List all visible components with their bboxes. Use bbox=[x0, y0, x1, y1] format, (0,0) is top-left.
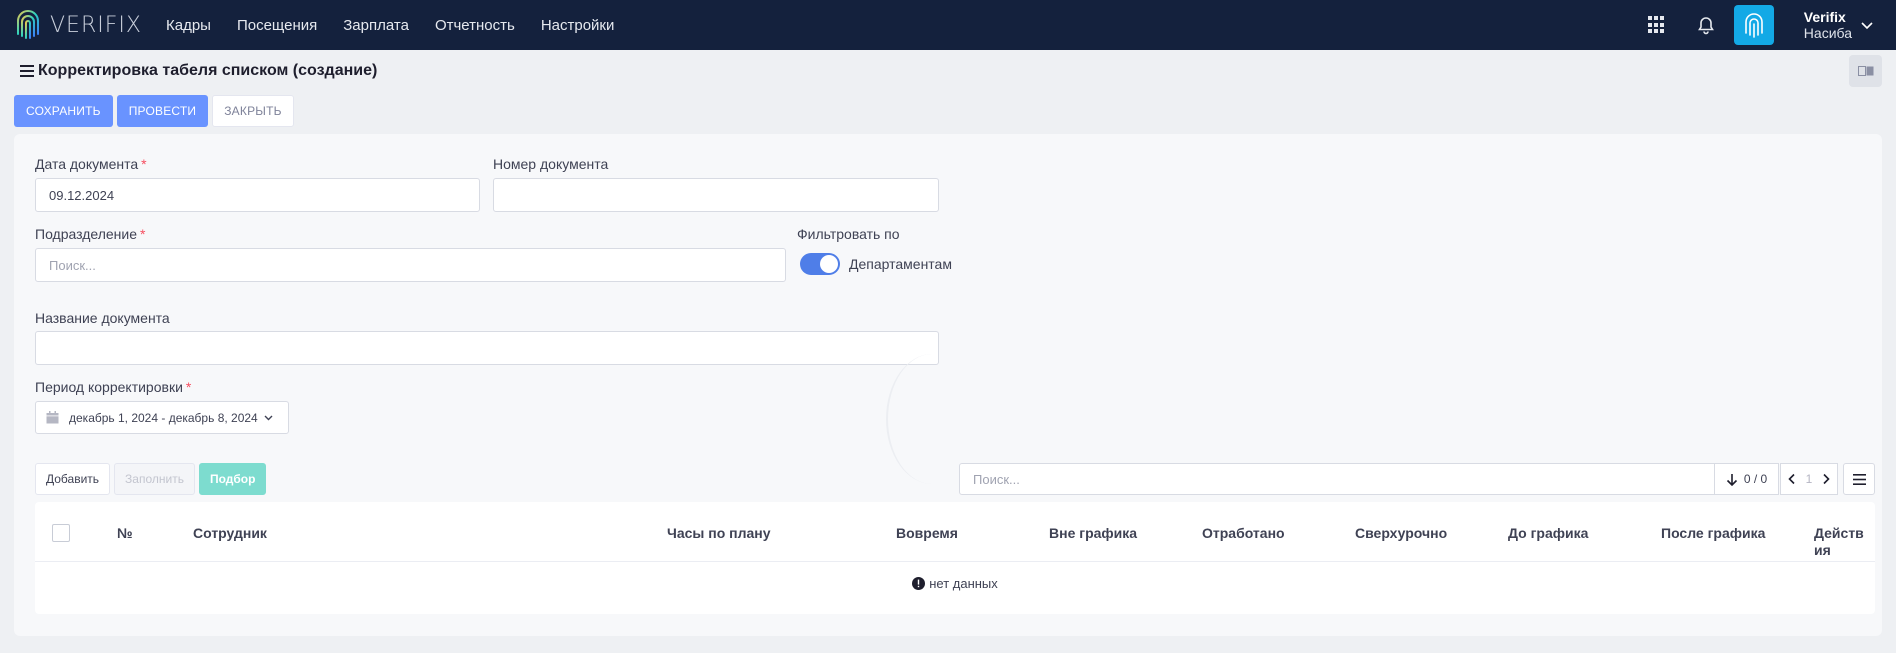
apps-grid-icon[interactable] bbox=[1647, 16, 1666, 34]
add-button[interactable]: Добавить bbox=[35, 463, 111, 495]
list-icon bbox=[1852, 473, 1866, 485]
fingerprint-avatar-icon bbox=[1744, 13, 1763, 38]
user-name: Verifix bbox=[1803, 9, 1846, 25]
page-header: Корректировка табеля списком (создание) bbox=[20, 62, 377, 80]
nav-item-attendance[interactable]: Посещения bbox=[224, 17, 330, 34]
division-search-input[interactable]: Поиск... bbox=[35, 248, 786, 282]
avatar[interactable] bbox=[1733, 5, 1774, 45]
brand[interactable]: VERIFIX bbox=[14, 8, 164, 42]
column-settings-button[interactable] bbox=[1843, 463, 1875, 495]
user-sub: Насиба bbox=[1803, 25, 1852, 41]
arrow-down-icon bbox=[1726, 473, 1737, 486]
doc-number-input[interactable] bbox=[493, 178, 939, 212]
top-right-tools: Verifix Насиба bbox=[1647, 0, 1896, 50]
nav-item-payroll[interactable]: Зарплата bbox=[330, 17, 422, 34]
menu-icon[interactable] bbox=[20, 65, 34, 77]
employees-table: № Сотрудник Часы по плану Вовремя Вне гр… bbox=[35, 502, 1875, 614]
doc-number-label: Номер документа bbox=[493, 156, 609, 172]
brand-name: VERIFIX bbox=[50, 12, 142, 38]
top-navbar: VERIFIX Кадры Посещения Зарплата Отчетно… bbox=[0, 0, 1896, 50]
close-button[interactable]: ЗАКРЫТЬ bbox=[212, 95, 294, 127]
grid-counter-text: 0 / 0 bbox=[1743, 472, 1768, 486]
col-before-schedule[interactable]: До графика bbox=[1508, 525, 1588, 542]
bell-icon[interactable] bbox=[1696, 15, 1716, 35]
action-toolbar: СОХРАНИТЬ ПРОВЕСТИ ЗАКРЫТЬ bbox=[14, 95, 294, 127]
nav-item-reports[interactable]: Отчетность bbox=[422, 17, 528, 34]
chevron-down-icon bbox=[264, 415, 273, 421]
fill-button[interactable]: Заполнить bbox=[114, 463, 195, 495]
col-planned-hours[interactable]: Часы по плану bbox=[667, 525, 771, 542]
chevron-right-icon[interactable] bbox=[1820, 473, 1832, 485]
col-actions[interactable]: Действия bbox=[1814, 525, 1866, 559]
nav-item-settings[interactable]: Настройки bbox=[528, 17, 628, 34]
translate-icon bbox=[1857, 66, 1873, 76]
select-all-checkbox[interactable] bbox=[52, 524, 70, 542]
nav-item-kadry[interactable]: Кадры bbox=[166, 17, 224, 34]
calendar-icon bbox=[46, 411, 59, 424]
period-value: декабрь 1, 2024 - декабрь 8, 2024 bbox=[69, 410, 258, 425]
page-title: Корректировка табеля списком (создание) bbox=[38, 62, 378, 79]
chevron-down-icon bbox=[1861, 22, 1873, 30]
toggle-label: Департаментам bbox=[849, 256, 952, 272]
grid-counter[interactable]: 0 / 0 bbox=[1715, 463, 1779, 495]
table-action-toolbar: Добавить Заполнить Подбор bbox=[35, 463, 267, 495]
info-icon bbox=[912, 577, 926, 590]
col-on-time[interactable]: Вовремя bbox=[896, 525, 958, 542]
doc-name-input[interactable] bbox=[35, 331, 939, 365]
chevron-left-icon[interactable] bbox=[1786, 473, 1798, 485]
empty-text: нет данных bbox=[929, 576, 998, 591]
filter-label: Фильтровать по bbox=[797, 226, 900, 242]
form-card: Дата документа * 09.12.2024 Номер докумен… bbox=[14, 134, 1882, 636]
main-nav: Кадры Посещения Зарплата Отчетность Наст… bbox=[166, 17, 627, 34]
save-button[interactable]: СОХРАНИТЬ bbox=[14, 95, 113, 127]
col-off-schedule[interactable]: Вне графика bbox=[1049, 525, 1137, 542]
doc-name-label: Название документа bbox=[35, 310, 170, 326]
toggle-switch[interactable] bbox=[800, 253, 840, 275]
col-overtime[interactable]: Сверхурочно bbox=[1355, 525, 1447, 542]
fingerprint-logo-icon bbox=[17, 10, 39, 39]
pick-button[interactable]: Подбор bbox=[198, 463, 267, 495]
col-after-schedule[interactable]: После графика bbox=[1661, 525, 1765, 542]
post-button[interactable]: ПРОВЕСТИ bbox=[116, 95, 209, 127]
col-worked[interactable]: Отработано bbox=[1202, 525, 1285, 542]
empty-state: нет данных bbox=[35, 576, 1875, 591]
table-header: № Сотрудник Часы по плану Вовремя Вне гр… bbox=[35, 502, 1875, 562]
period-date-range-picker[interactable]: декабрь 1, 2024 - декабрь 8, 2024 bbox=[35, 401, 289, 434]
filter-by-departments-toggle[interactable]: Департаментам bbox=[800, 253, 952, 275]
col-number[interactable]: № bbox=[117, 525, 133, 542]
grid-pager: 1 bbox=[1780, 463, 1838, 495]
grid-search-input[interactable]: Поиск... bbox=[959, 463, 1715, 495]
user-menu[interactable]: Verifix Насиба bbox=[1804, 9, 1874, 41]
period-label: Период корректировки * bbox=[35, 379, 192, 395]
col-employee[interactable]: Сотрудник bbox=[193, 525, 267, 542]
doc-date-input[interactable]: 09.12.2024 bbox=[35, 178, 480, 212]
translate-button[interactable] bbox=[1849, 55, 1882, 87]
current-page: 1 bbox=[1805, 472, 1813, 486]
doc-date-label: Дата документа * bbox=[35, 156, 147, 172]
division-label: Подразделение * bbox=[35, 226, 146, 242]
